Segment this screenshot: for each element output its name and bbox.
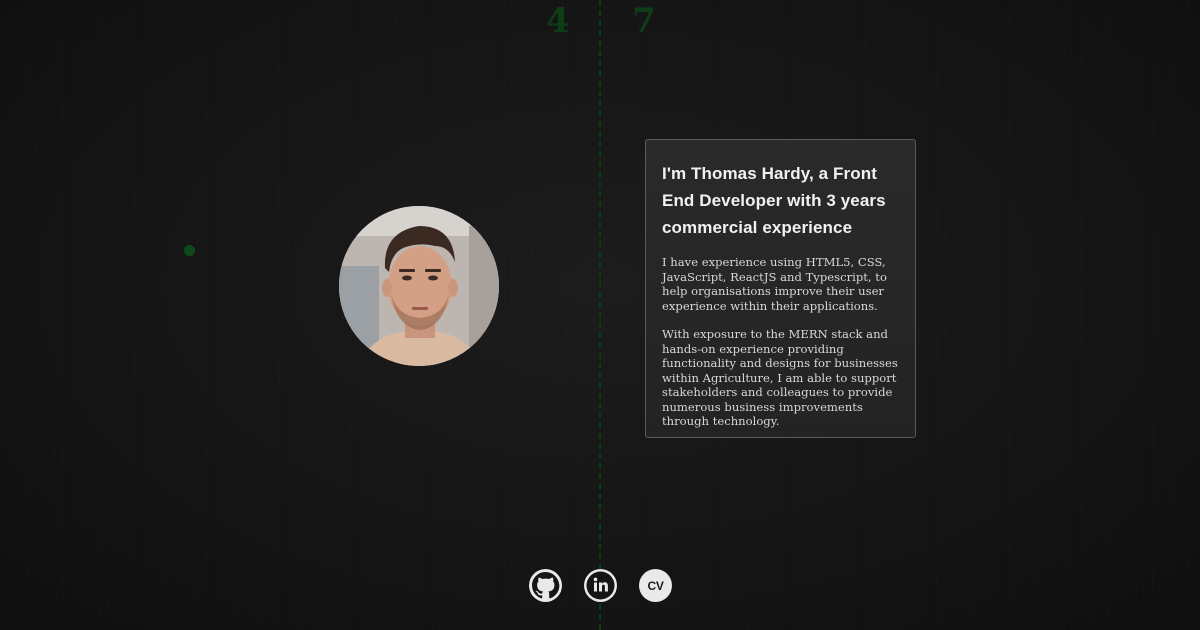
background-digit-right: 7	[632, 1, 656, 41]
cv-icon: CV	[647, 578, 664, 593]
cv-link[interactable]: CV	[639, 569, 672, 602]
about-card: I'm Thomas Hardy, a Front End Developer …	[645, 139, 916, 438]
avatar-portrait	[339, 206, 499, 366]
decorative-dot	[184, 245, 195, 256]
github-link[interactable]	[529, 569, 562, 602]
linkedin-link[interactable]	[584, 569, 617, 602]
about-heading: I'm Thomas Hardy, a Front End Developer …	[662, 164, 886, 237]
background-digit-left: 4	[546, 1, 570, 41]
center-divider-line	[599, 0, 601, 630]
profile-avatar	[339, 206, 499, 366]
about-paragraph-2: With exposure to the MERN stack and hand…	[662, 327, 898, 428]
github-icon	[532, 572, 560, 599]
social-links: CV	[529, 569, 672, 602]
linkedin-icon	[586, 571, 615, 600]
about-paragraph-1: I have experience using HTML5, CSS, Java…	[662, 255, 887, 313]
